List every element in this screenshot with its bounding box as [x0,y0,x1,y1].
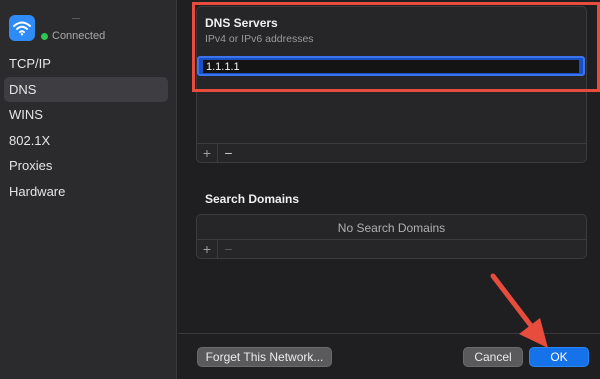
add-dns-button[interactable]: + [197,144,218,162]
network-name-placeholder [72,18,80,19]
main-panel: + − DNS Servers IPv4 or IPv6 addresses S… [178,0,600,379]
search-domains-title: Search Domains [205,192,300,206]
footer-divider [178,333,600,334]
annotation-highlight-box [192,2,600,92]
sidebar-nav: TCP/IP DNS WINS 802.1X Proxies Hardware [0,51,177,204]
search-list-toolbar: + − [197,239,586,258]
cancel-button[interactable]: Cancel [463,347,523,367]
remove-search-domain-button: − [224,241,233,257]
sidebar-item-dns[interactable]: DNS [4,76,168,102]
ok-button[interactable]: OK [529,347,589,367]
status-text: Connected [52,30,106,42]
sidebar-item-hardware[interactable]: Hardware [4,179,168,205]
dns-list-toolbar: + − [197,143,586,162]
wifi-icon [9,15,35,41]
forget-network-button[interactable]: Forget This Network... [197,347,332,367]
search-domains-empty: No Search Domains [337,220,446,235]
sidebar-item-wins[interactable]: WINS [4,102,168,128]
sidebar-item-proxies[interactable]: Proxies [4,153,168,179]
sidebar-item-tcpip[interactable]: TCP/IP [4,51,168,77]
remove-dns-button[interactable]: − [218,144,239,162]
connection-status: Connected [41,30,105,42]
status-dot-icon [41,32,48,40]
sidebar: Connected TCP/IP DNS WINS 802.1X Proxies… [0,0,177,379]
sidebar-item-8021x[interactable]: 802.1X [4,128,168,154]
add-search-domain-button[interactable]: + [197,240,218,258]
search-domains-list: No Search Domains + − [196,214,587,259]
